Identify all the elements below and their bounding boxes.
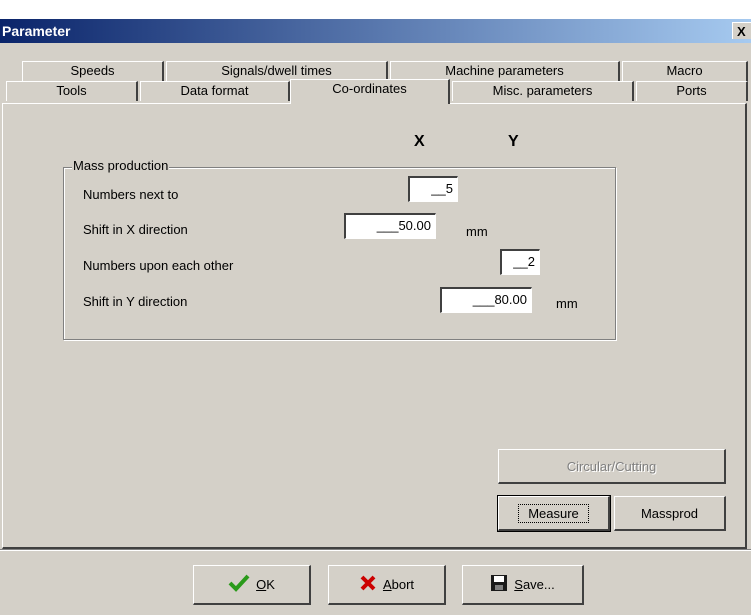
numbers-next-to-field[interactable]: __5 bbox=[408, 176, 458, 202]
shift-y-unit: mm bbox=[556, 296, 578, 311]
tab-tools[interactable]: Tools bbox=[6, 81, 138, 101]
tab-co-ordinates[interactable]: Co-ordinates bbox=[290, 79, 450, 104]
abort-label: Abort bbox=[382, 577, 415, 592]
ok-button[interactable]: OK bbox=[193, 565, 311, 605]
save-button[interactable]: Save... bbox=[462, 565, 584, 605]
tab-signals-dwell-times[interactable]: Signals/dwell times bbox=[166, 61, 388, 81]
tab-macro[interactable]: Macro bbox=[622, 61, 748, 81]
circular-cutting-button[interactable]: Circular/Cutting bbox=[498, 449, 726, 484]
numbers-upon-each-other-label: Numbers upon each other bbox=[83, 258, 234, 273]
footer-separator bbox=[0, 549, 751, 551]
numbers-next-to-label: Numbers next to bbox=[83, 187, 179, 202]
shift-y-label: Shift in Y direction bbox=[83, 294, 188, 309]
floppy-disk-icon bbox=[490, 574, 508, 595]
save-label: Save... bbox=[514, 577, 555, 592]
column-header-y: Y bbox=[508, 133, 519, 150]
title-bar: Parameter X bbox=[0, 19, 751, 43]
numbers-upon-each-other-field[interactable]: __2 bbox=[500, 249, 540, 275]
shift-x-label: Shift in X direction bbox=[83, 222, 188, 237]
close-button[interactable]: X bbox=[732, 22, 751, 39]
ok-label: OK bbox=[256, 577, 275, 592]
tab-speeds[interactable]: Speeds bbox=[22, 61, 164, 81]
shift-y-field[interactable]: ___80.00 bbox=[440, 287, 532, 313]
measure-button[interactable]: Measure bbox=[497, 495, 611, 532]
tab-misc-parameters[interactable]: Misc. parameters bbox=[452, 81, 634, 101]
tab-machine-parameters[interactable]: Machine parameters bbox=[390, 61, 620, 81]
window-title: Parameter bbox=[2, 23, 71, 39]
parameter-dialog: Parameter X Speeds Signals/dwell times M… bbox=[0, 19, 751, 615]
abort-button[interactable]: Abort bbox=[328, 565, 446, 605]
tab-ports[interactable]: Ports bbox=[636, 81, 748, 101]
shift-x-field[interactable]: ___50.00 bbox=[344, 213, 436, 239]
massprod-button[interactable]: Massprod bbox=[614, 496, 726, 531]
mass-production-group-label: Mass production bbox=[72, 158, 170, 173]
column-header-x: X bbox=[414, 133, 425, 150]
close-icon: X bbox=[737, 24, 746, 39]
shift-x-unit: mm bbox=[466, 224, 488, 239]
tab-data-format[interactable]: Data format bbox=[140, 81, 290, 101]
red-x-icon bbox=[359, 574, 377, 595]
checkmark-icon bbox=[228, 574, 250, 595]
